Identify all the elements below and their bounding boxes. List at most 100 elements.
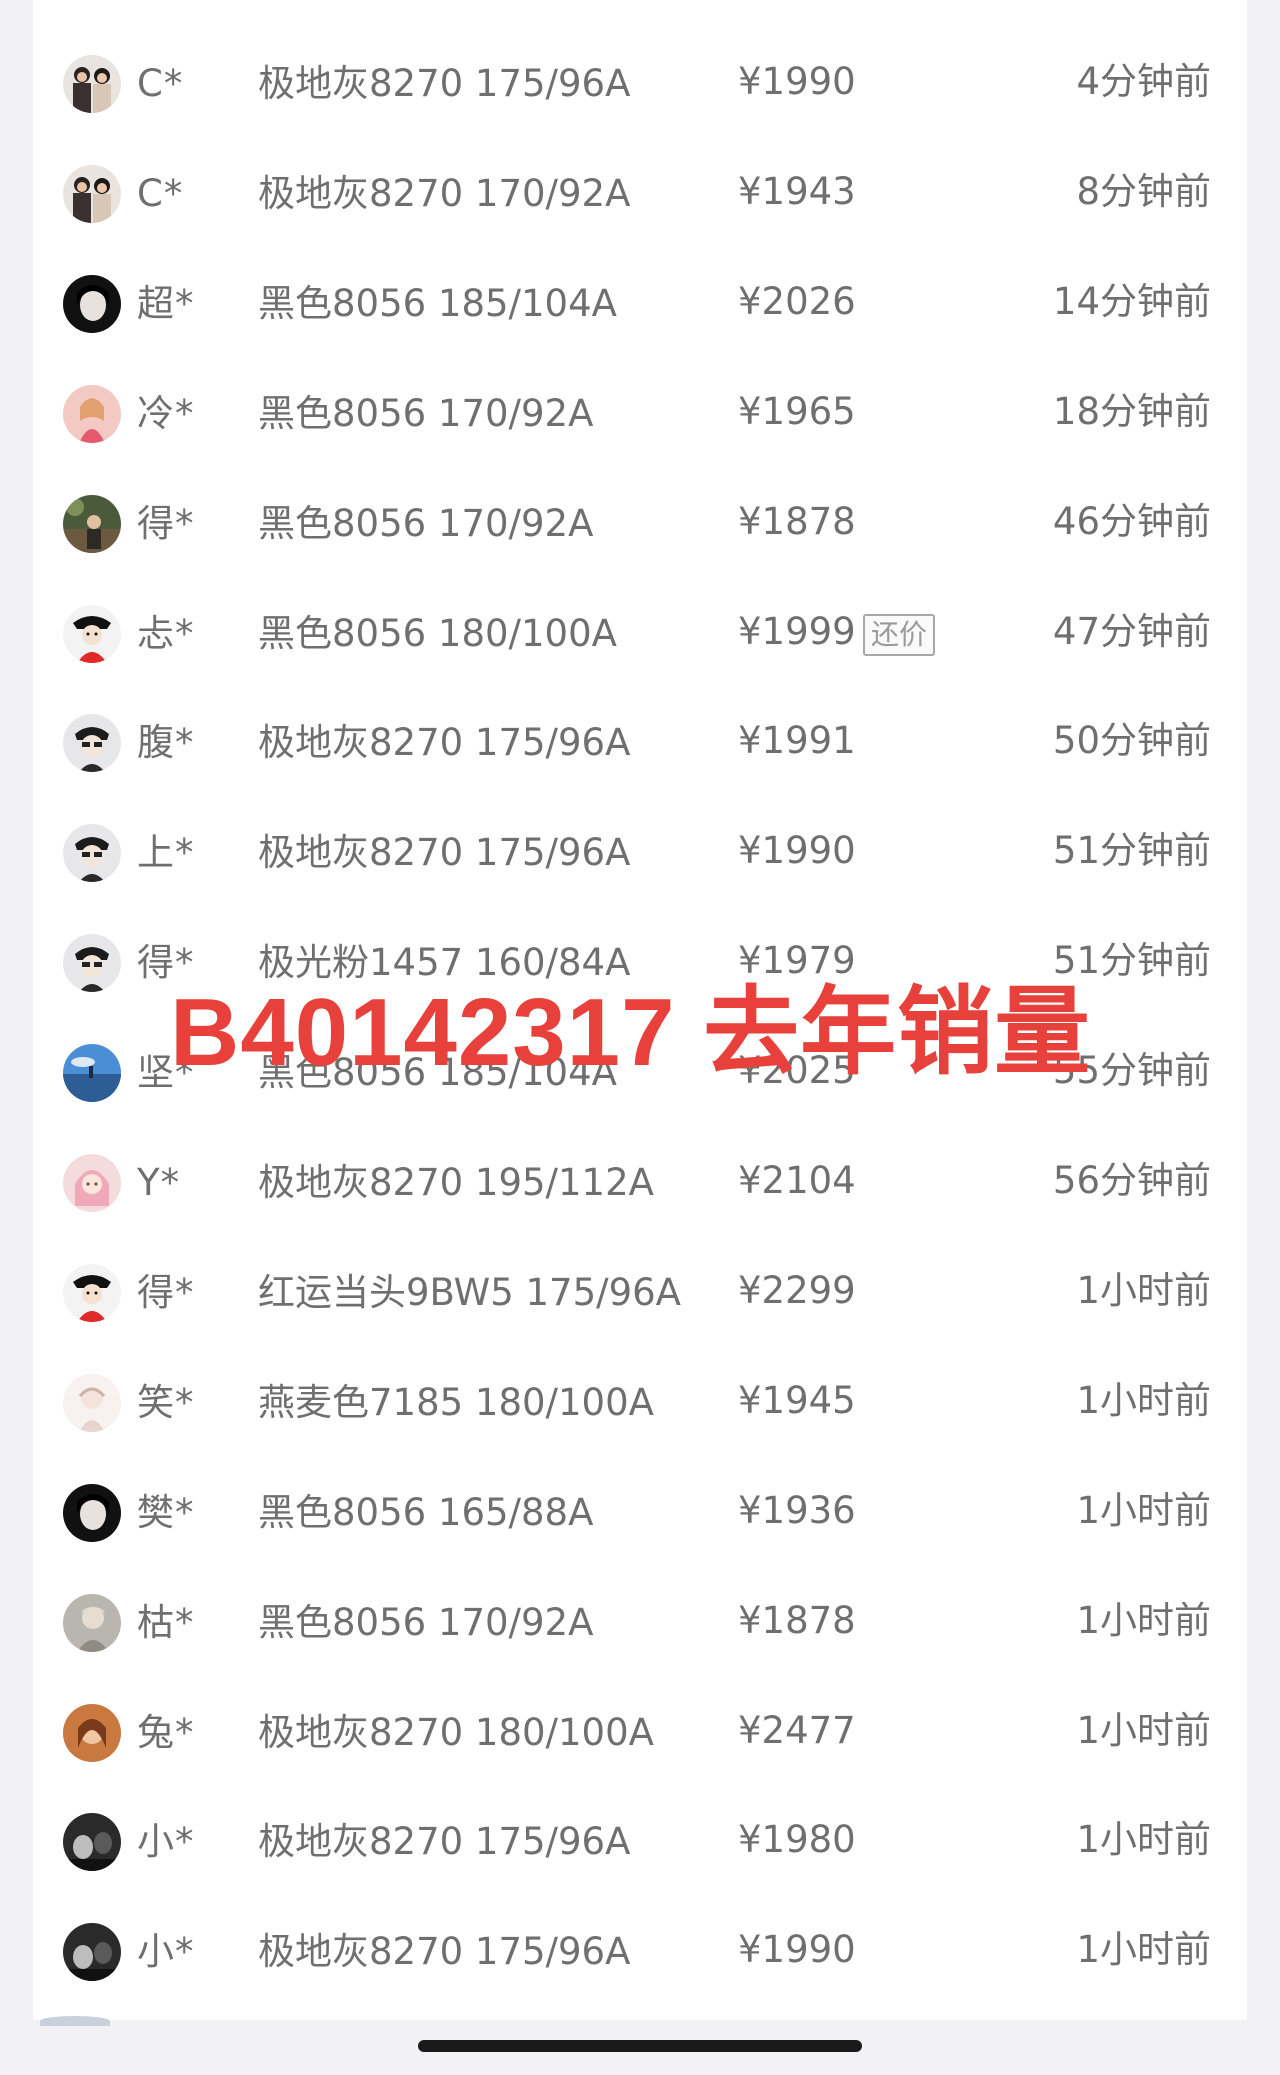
sale-price: ¥2477 bbox=[738, 1708, 856, 1752]
sale-price: ¥2026 bbox=[738, 279, 856, 323]
sale-price: ¥1945 bbox=[738, 1378, 856, 1422]
masked-username: C* bbox=[137, 171, 184, 215]
user-avatar-light-sketch-avatar[interactable] bbox=[63, 1373, 121, 1432]
sale-price: ¥1943 bbox=[738, 169, 856, 213]
user-avatar-dark-photo-avatar[interactable] bbox=[63, 1813, 121, 1872]
product-variant-size: 黑色8056 180/100A bbox=[258, 611, 617, 655]
purchase-time: 1小时前 bbox=[1076, 1928, 1211, 1972]
product-variant-size: 极地灰8270 175/96A bbox=[258, 831, 631, 875]
user-avatar-dark-portrait-avatar[interactable] bbox=[63, 1483, 121, 1542]
sale-price: ¥1999 bbox=[738, 609, 856, 653]
masked-username: 上* bbox=[137, 831, 195, 875]
purchase-record-row[interactable]: 笑* 燕麦色7185 180/100A ¥1945 1小时前 bbox=[33, 1345, 1247, 1454]
purchase-record-row[interactable]: Y* 极地灰8270 195/112A ¥2104 56分钟前 bbox=[33, 1125, 1247, 1234]
purchase-record-row[interactable]: C* 极地灰8270 170/92A ¥1943 8分钟前 bbox=[33, 136, 1247, 245]
user-avatar-cartoon-character-avatar[interactable] bbox=[63, 714, 121, 773]
user-avatar-cartoon-character-avatar[interactable] bbox=[63, 824, 121, 883]
purchase-time: 1小时前 bbox=[1076, 1818, 1211, 1862]
masked-username: 枯* bbox=[137, 1600, 195, 1644]
user-avatar-dark-portrait-avatar[interactable] bbox=[63, 274, 121, 333]
product-variant-size: 黑色8056 185/104A bbox=[258, 281, 617, 325]
user-avatar-grey-photo-avatar[interactable] bbox=[63, 1593, 121, 1652]
purchase-time: 56分钟前 bbox=[1052, 1159, 1211, 1202]
purchase-time: 46分钟前 bbox=[1052, 499, 1211, 543]
sale-price: ¥1980 bbox=[738, 1818, 856, 1862]
product-variant-size: 黑色8056 170/92A bbox=[258, 391, 594, 435]
product-variant-size: 黑色8056 170/92A bbox=[258, 1600, 594, 1644]
purchase-time: 51分钟前 bbox=[1052, 829, 1211, 873]
sale-price: ¥1965 bbox=[738, 389, 856, 433]
product-variant-size: 极地灰8270 175/96A bbox=[258, 1820, 631, 1864]
product-variant-size: 极地灰8270 180/100A bbox=[258, 1710, 654, 1754]
purchase-record-row[interactable]: 小* 极地灰8270 175/96A ¥1990 1小时前 bbox=[33, 1894, 1247, 2003]
purchase-record-row[interactable]: 腹* 极地灰8270 175/96A ¥1991 50分钟前 bbox=[33, 685, 1247, 794]
masked-username: 兔* bbox=[137, 1710, 195, 1754]
purchase-record-row[interactable]: C* 极地灰8270 175/96A ¥1990 4分钟前 bbox=[33, 26, 1247, 135]
purchase-time: 4分钟前 bbox=[1076, 60, 1211, 103]
user-avatar-sky-landscape-avatar[interactable] bbox=[63, 1044, 121, 1103]
purchase-time: 50分钟前 bbox=[1052, 719, 1211, 763]
purchase-time: 47分钟前 bbox=[1052, 609, 1211, 653]
purchase-record-row[interactable]: 樊* 黑色8056 165/88A ¥1936 1小时前 bbox=[33, 1455, 1247, 1564]
product-variant-size: 黑色8056 165/88A bbox=[258, 1490, 594, 1534]
user-avatar-pink-portrait-avatar[interactable] bbox=[63, 384, 121, 443]
sale-price: ¥1991 bbox=[738, 719, 856, 763]
user-avatar-dark-photo-avatar[interactable] bbox=[63, 1923, 121, 1982]
bargain-badge: 还价 bbox=[863, 613, 936, 656]
purchase-time: 8分钟前 bbox=[1076, 169, 1211, 213]
product-variant-size: 极地灰8270 195/112A bbox=[258, 1161, 654, 1204]
masked-username: 得* bbox=[137, 501, 195, 545]
purchase-record-row[interactable]: 得* 黑色8056 170/92A ¥1878 46分钟前 bbox=[33, 466, 1247, 575]
masked-username: 笑* bbox=[137, 1380, 195, 1424]
masked-username: 小* bbox=[137, 1930, 195, 1974]
purchase-record-row[interactable]: 超* 黑色8056 185/104A ¥2026 14分钟前 bbox=[33, 246, 1247, 355]
user-avatar-cartoon-character-avatar[interactable] bbox=[63, 934, 121, 993]
purchase-record-row[interactable]: 上* 极地灰8270 175/96A ¥1990 51分钟前 bbox=[33, 795, 1247, 904]
watermark-overlay-text: B40142317 去年销量 bbox=[170, 979, 1092, 1086]
masked-username: Y* bbox=[137, 1161, 181, 1204]
user-avatar-cartoon-red-avatar[interactable] bbox=[63, 1263, 121, 1322]
purchase-time: 1小时前 bbox=[1076, 1598, 1211, 1642]
sale-price: ¥1936 bbox=[738, 1488, 856, 1532]
masked-username: 超* bbox=[137, 281, 195, 325]
product-variant-size: 燕麦色7185 180/100A bbox=[258, 1380, 654, 1424]
masked-username: 腹* bbox=[137, 721, 195, 765]
user-avatar-anime-girl-avatar[interactable] bbox=[63, 1154, 121, 1212]
purchase-time: 18分钟前 bbox=[1052, 389, 1211, 433]
product-variant-size: 红运当头9BW5 175/96A bbox=[258, 1270, 681, 1314]
user-avatar-cartoon-red-avatar[interactable] bbox=[63, 604, 121, 663]
masked-username: 樊* bbox=[137, 1490, 195, 1534]
product-variant-size: 极地灰8270 175/96A bbox=[258, 721, 631, 765]
home-indicator[interactable] bbox=[418, 2040, 862, 2052]
product-variant-size: 极地灰8270 170/92A bbox=[258, 171, 631, 215]
purchase-record-row[interactable]: 冷* 黑色8056 170/92A ¥1965 18分钟前 bbox=[33, 356, 1247, 465]
masked-username: 冷* bbox=[137, 391, 195, 435]
product-variant-size: 极地灰8270 175/96A bbox=[258, 62, 631, 105]
masked-username: C* bbox=[137, 62, 184, 105]
user-avatar-couple-photo-avatar[interactable] bbox=[63, 164, 121, 223]
purchase-record-row[interactable]: 忐* 黑色8056 180/100A ¥1999 还价 47分钟前 bbox=[33, 576, 1247, 685]
purchase-time: 1小时前 bbox=[1076, 1378, 1211, 1422]
masked-username: 小* bbox=[137, 1820, 195, 1864]
purchase-record-row[interactable]: 兔* 极地灰8270 180/100A ¥2477 1小时前 bbox=[33, 1675, 1247, 1784]
purchase-time: 14分钟前 bbox=[1052, 279, 1211, 323]
sale-price: ¥1878 bbox=[738, 1598, 856, 1642]
sale-price: ¥1990 bbox=[738, 829, 856, 873]
masked-username: 得* bbox=[137, 1270, 195, 1314]
sale-price: ¥2299 bbox=[738, 1268, 856, 1312]
purchase-record-row[interactable]: 枯* 黑色8056 170/92A ¥1878 1小时前 bbox=[33, 1565, 1247, 1674]
purchase-time: 1小时前 bbox=[1076, 1268, 1211, 1312]
user-avatar-warm-portrait-avatar[interactable] bbox=[63, 1703, 121, 1762]
sale-price: ¥1990 bbox=[738, 60, 856, 103]
sale-price: ¥1990 bbox=[738, 1928, 856, 1972]
purchase-record-row[interactable]: 小* 极地灰8270 175/96A ¥1980 1小时前 bbox=[33, 1784, 1247, 1893]
user-avatar-couple-photo-avatar[interactable] bbox=[63, 55, 121, 113]
purchase-record-row[interactable]: 得* 红运当头9BW5 175/96A ¥2299 1小时前 bbox=[33, 1235, 1247, 1344]
partial-avatar bbox=[40, 2016, 110, 2026]
product-variant-size: 极地灰8270 175/96A bbox=[258, 1930, 631, 1974]
product-variant-size: 黑色8056 170/92A bbox=[258, 501, 594, 545]
purchase-time: 1小时前 bbox=[1076, 1708, 1211, 1752]
purchase-time: 1小时前 bbox=[1076, 1488, 1211, 1532]
user-avatar-outdoor-photo-avatar[interactable] bbox=[63, 494, 121, 553]
sale-price: ¥2104 bbox=[738, 1159, 856, 1202]
